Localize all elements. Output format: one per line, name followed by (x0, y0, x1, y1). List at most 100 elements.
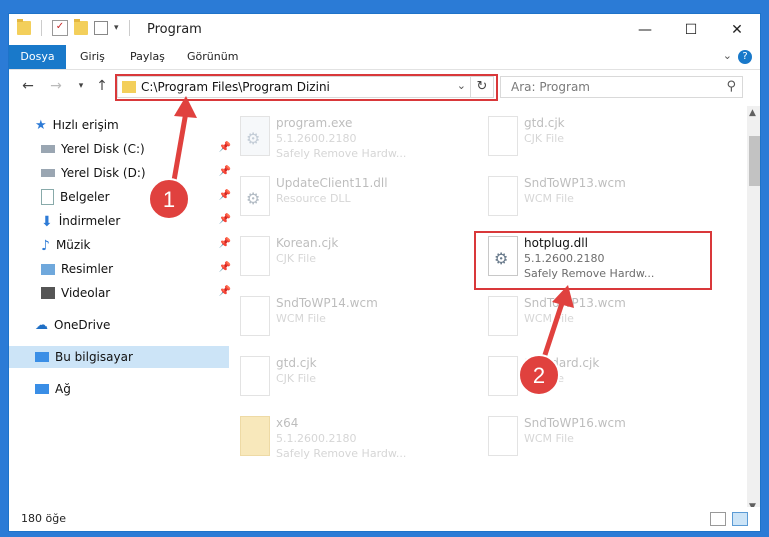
document-icon (488, 176, 518, 216)
scroll-up-icon[interactable]: ▲ (749, 108, 756, 118)
file-item[interactable]: x64 5.1.2600.2180 Safely Remove Hardw... (230, 410, 470, 468)
sidebar-item-label: Belgeler (60, 190, 110, 204)
sidebar-item-network[interactable]: Ağ (9, 378, 229, 400)
tab-file[interactable]: Dosya (9, 45, 66, 69)
sidebar-item-local-disk-d[interactable]: Yerel Disk (D:) 📌 (9, 162, 235, 184)
minimize-button[interactable]: — (622, 14, 668, 45)
new-folder-icon[interactable] (74, 19, 88, 35)
folder-icon[interactable] (17, 19, 31, 35)
file-name: SndToWP13.wcm (524, 176, 626, 190)
dll-gear-icon (240, 176, 270, 216)
sidebar-item-label: Ağ (55, 382, 71, 396)
properties-check-icon[interactable]: ✓ (52, 20, 68, 36)
forward-arrow-icon[interactable]: → (47, 77, 65, 95)
large-icons-view-icon[interactable] (732, 512, 748, 526)
window-controls: — ☐ ✕ (622, 14, 760, 45)
file-name: gtd.cjk (524, 116, 565, 130)
file-version: 5.1.2600.2180 (276, 132, 357, 145)
view-switcher (710, 512, 748, 526)
search-icon[interactable]: ⚲ (726, 79, 736, 94)
file-item[interactable]: gtd.cjk CJK File (230, 350, 470, 408)
tab-view[interactable]: Görünüm (187, 45, 238, 69)
back-arrow-icon[interactable]: ← (19, 77, 37, 95)
sidebar-item-onedrive[interactable]: ☁ OneDrive (9, 314, 229, 336)
sidebar-item-videos[interactable]: Videolar 📌 (9, 282, 235, 304)
sidebar-item-label: Resimler (61, 262, 114, 276)
recent-locations-icon[interactable]: ▾ (72, 77, 90, 95)
quick-access-toolbar: ✓ ▾ (17, 19, 134, 36)
file-name: UpdateClient11.dll (276, 176, 388, 190)
application-icon (240, 116, 270, 156)
navigation-pane: ★ Hızlı erişim Yerel Disk (C:) 📌 Yerel D… (9, 106, 231, 506)
file-name: SndToWP16.wcm (524, 416, 626, 430)
file-name: SndToWP13.wcm (524, 296, 626, 310)
navigation-bar: ← → ▾ ↑ C:\Program Files\Program Dizini … (9, 70, 760, 104)
drive-icon (41, 145, 55, 153)
file-description: Safely Remove Hardw... (276, 147, 407, 160)
search-placeholder: Ara: Program (511, 80, 590, 94)
file-item[interactable]: SndToWP13.wcm WCM File (478, 290, 718, 348)
file-type: CJK File (276, 252, 317, 265)
sidebar-item-this-pc[interactable]: Bu bilgisayar (9, 346, 229, 368)
hotplug-highlight-box (474, 231, 712, 290)
network-icon (35, 384, 49, 394)
star-icon: ★ (35, 118, 47, 133)
file-item[interactable]: gtd.cjk CJK File (478, 110, 718, 168)
file-type: Resource DLL (276, 192, 351, 205)
file-item[interactable]: SndToWP16.wcm WCM File (478, 410, 718, 468)
file-type: WCM File (276, 312, 326, 325)
expand-ribbon-icon[interactable]: ⌄ (723, 49, 732, 62)
separator (128, 20, 130, 36)
file-item[interactable]: SndToWP14.wcm WCM File (230, 290, 470, 348)
help-icon[interactable]: ? (738, 50, 752, 64)
chevron-down-icon[interactable]: ▾ (114, 23, 119, 33)
separator (41, 20, 42, 36)
file-item[interactable]: program.exe 5.1.2600.2180 Safely Remove Ha… (230, 110, 470, 168)
document-icon (240, 296, 270, 336)
details-view-icon[interactable] (710, 512, 726, 526)
videos-icon (41, 287, 55, 299)
customize-toolbar-icon[interactable] (94, 21, 108, 35)
item-count: 180 öğe (21, 512, 66, 525)
tab-share[interactable]: Paylaş (130, 45, 165, 69)
file-name: Korean.cjk (276, 236, 339, 250)
pictures-icon (41, 263, 55, 275)
file-item[interactable]: SndToWP13.wcm WCM File (478, 170, 718, 228)
file-type: CJK File (524, 372, 565, 385)
sidebar-item-documents[interactable]: Belgeler 📌 (9, 186, 235, 208)
folder-icon (240, 416, 270, 456)
document-icon (240, 236, 270, 276)
file-name: program.exe (276, 116, 353, 130)
tab-home[interactable]: Giriş (80, 45, 105, 69)
search-input[interactable]: Ara: Program ⚲ (500, 76, 743, 98)
sidebar-item-music[interactable]: ♪ Müzik 📌 (9, 234, 235, 256)
sidebar-item-local-disk-c[interactable]: Yerel Disk (C:) 📌 (9, 138, 235, 160)
file-description: Safely Remove Hardw... (276, 447, 407, 460)
title-bar: ✓ ▾ Program — ☐ ✕ (9, 14, 760, 45)
status-bar: 180 öğe (9, 507, 760, 531)
file-name: x64 (276, 416, 299, 430)
document-icon (488, 356, 518, 396)
document-icon (488, 296, 518, 336)
file-name: gtd.cjk (276, 356, 317, 370)
sidebar-item-downloads[interactable]: ⬇ İndirmeler 📌 (9, 210, 235, 232)
file-item[interactable]: UpdateClient11.dll Resource DLL (230, 170, 470, 228)
music-icon: ♪ (41, 238, 50, 254)
sidebar-item-label: Hızlı erişim (52, 118, 119, 132)
file-type: WCM File (524, 432, 574, 445)
document-icon (488, 116, 518, 156)
sidebar-item-label: Yerel Disk (C:) (61, 142, 145, 156)
file-version: 5.1.2600.2180 (276, 432, 357, 445)
window-title: Program (147, 22, 202, 37)
file-item[interactable]: Standard.cjk CJK File (478, 350, 718, 408)
document-icon (240, 356, 270, 396)
vertical-scrollbar[interactable]: ▲ ▼ (747, 106, 760, 518)
scrollbar-thumb[interactable] (749, 136, 760, 186)
sidebar-item-quick-access[interactable]: ★ Hızlı erişim (9, 114, 229, 136)
file-name: Standard.cjk (524, 356, 600, 370)
sidebar-item-pictures[interactable]: Resimler 📌 (9, 258, 235, 280)
file-item[interactable]: Korean.cjk CJK File (230, 230, 470, 288)
close-button[interactable]: ✕ (714, 14, 760, 45)
maximize-button[interactable]: ☐ (668, 14, 714, 45)
up-arrow-icon[interactable]: ↑ (93, 77, 111, 95)
